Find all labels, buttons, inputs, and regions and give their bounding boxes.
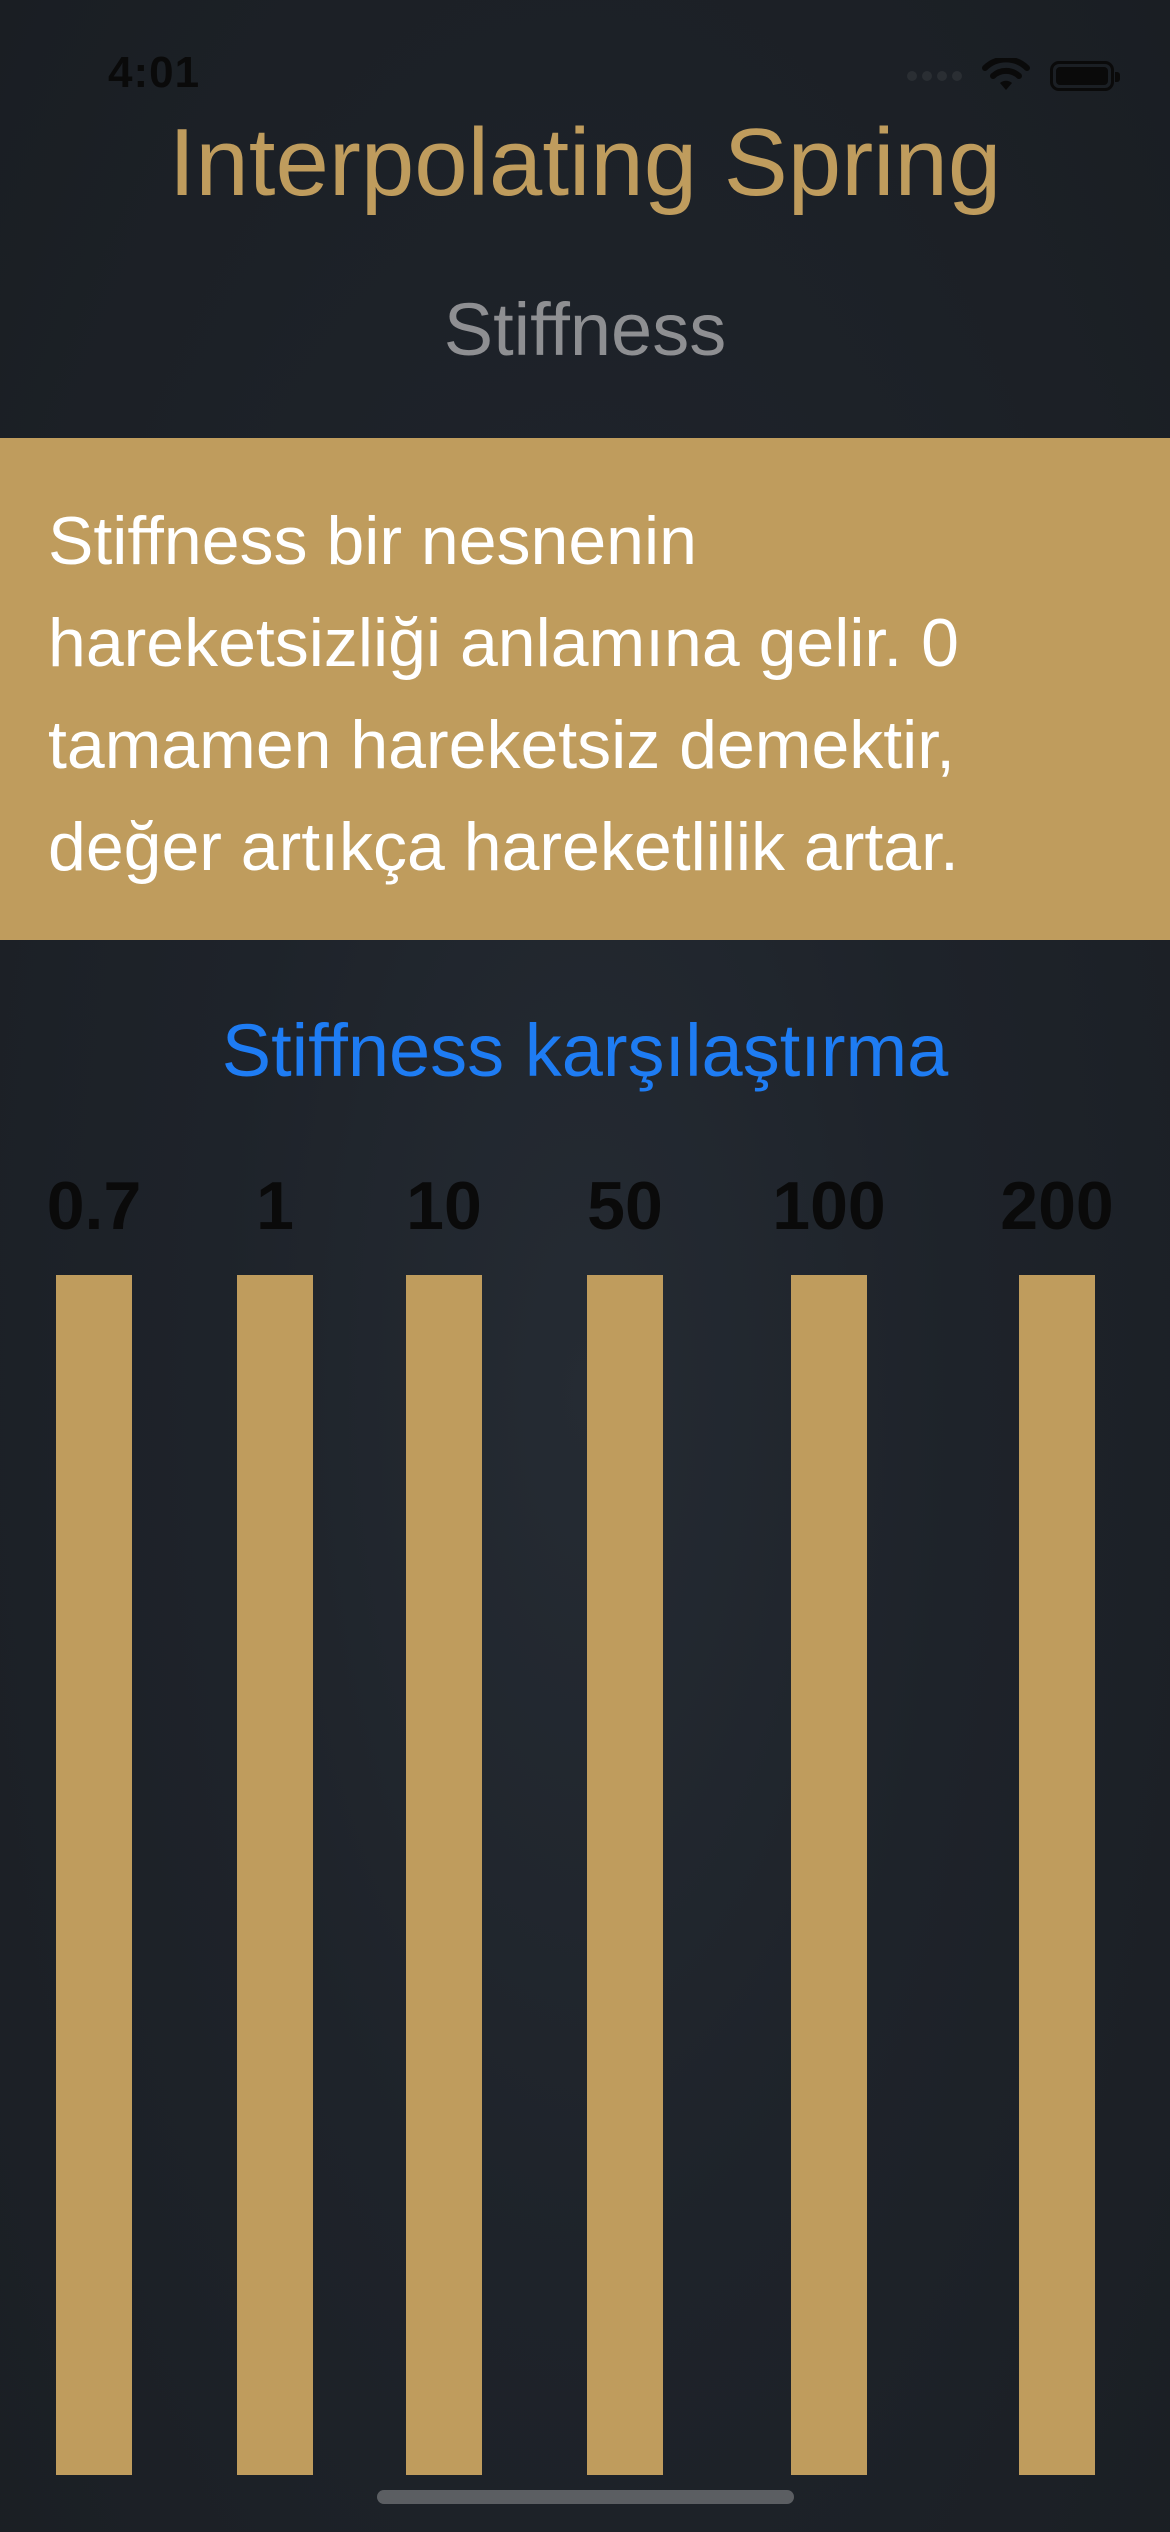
- stiffness-bar-1: [237, 1275, 313, 2475]
- status-time: 4:01: [108, 48, 201, 97]
- stiffness-label-10: 10: [406, 1168, 482, 1244]
- battery-icon: [1050, 61, 1120, 91]
- stiffness-bar-50: [587, 1275, 663, 2475]
- signal-icon: [907, 71, 962, 81]
- nav-title: Interpolating Spring: [168, 109, 1002, 216]
- section-subtitle: Stiffness: [443, 288, 727, 371]
- description-line: hareketsizliği anlamına gelir. 0: [48, 605, 959, 681]
- stiffness-bar-100: [791, 1275, 867, 2475]
- wifi-icon: [982, 58, 1030, 90]
- stiffness-label-1: 1: [256, 1168, 294, 1244]
- stiffness-bar-10: [406, 1275, 482, 2475]
- description-line: tamamen hareketsiz demektir,: [48, 707, 956, 783]
- stiffness-label-50: 50: [587, 1168, 663, 1244]
- description-line: değer artıkça hareketlilik artar.: [48, 809, 959, 885]
- stiffness-bar-200: [1019, 1275, 1095, 2475]
- stiffness-bar-0-7: [56, 1275, 132, 2475]
- status-icons: [907, 56, 1120, 96]
- description-line: Stiffness bir nesnenin: [48, 503, 697, 579]
- home-indicator[interactable]: [377, 2490, 794, 2504]
- stiffness-label-0-7: 0.7: [46, 1168, 142, 1244]
- comparison-title: Stiffness karşılaştırma: [221, 1009, 949, 1092]
- stiffness-label-200: 200: [1000, 1168, 1114, 1244]
- description-banner: Stiffness bir nesnenin hareketsizliği an…: [0, 438, 1170, 940]
- stiffness-label-100: 100: [772, 1168, 886, 1244]
